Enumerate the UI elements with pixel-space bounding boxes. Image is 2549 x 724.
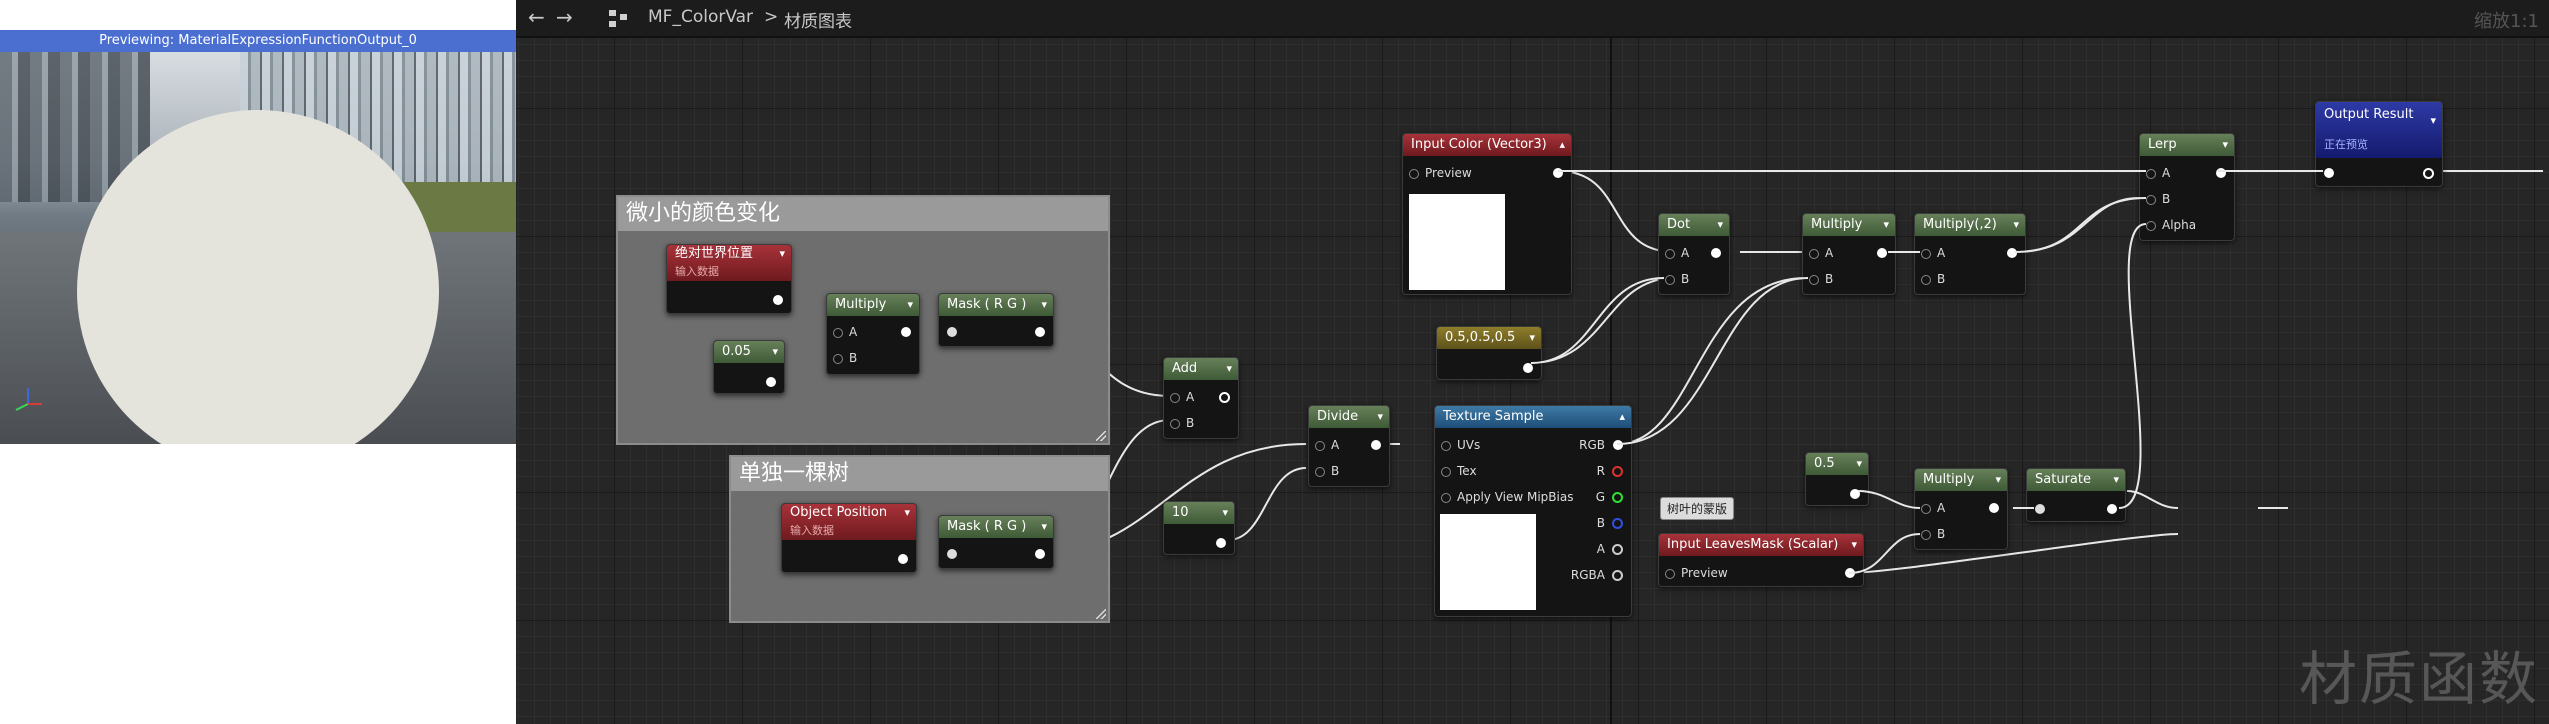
- graph-wires-top: [1530, 169, 2323, 574]
- wire: [1616, 277, 1809, 445]
- preview-panel: Previewing: MaterialExpressionFunctionOu…: [0, 0, 516, 724]
- axis-gizmo-icon: [15, 388, 42, 411]
- wire: [2014, 197, 2147, 253]
- wire: [1857, 490, 1921, 509]
- watermark: 材质函数: [2298, 645, 2539, 713]
- material-graph[interactable]: ← → MF_ColorVar > 材质图表 缩放1:1 微小的颜色变化 单独一…: [516, 0, 2549, 724]
- preview-title: Previewing: MaterialExpressionFunctionOu…: [0, 30, 516, 52]
- preview-viewport[interactable]: [0, 52, 516, 444]
- wire: [1530, 277, 1665, 364]
- wire: [2118, 223, 2147, 509]
- wire: [1848, 533, 1921, 574]
